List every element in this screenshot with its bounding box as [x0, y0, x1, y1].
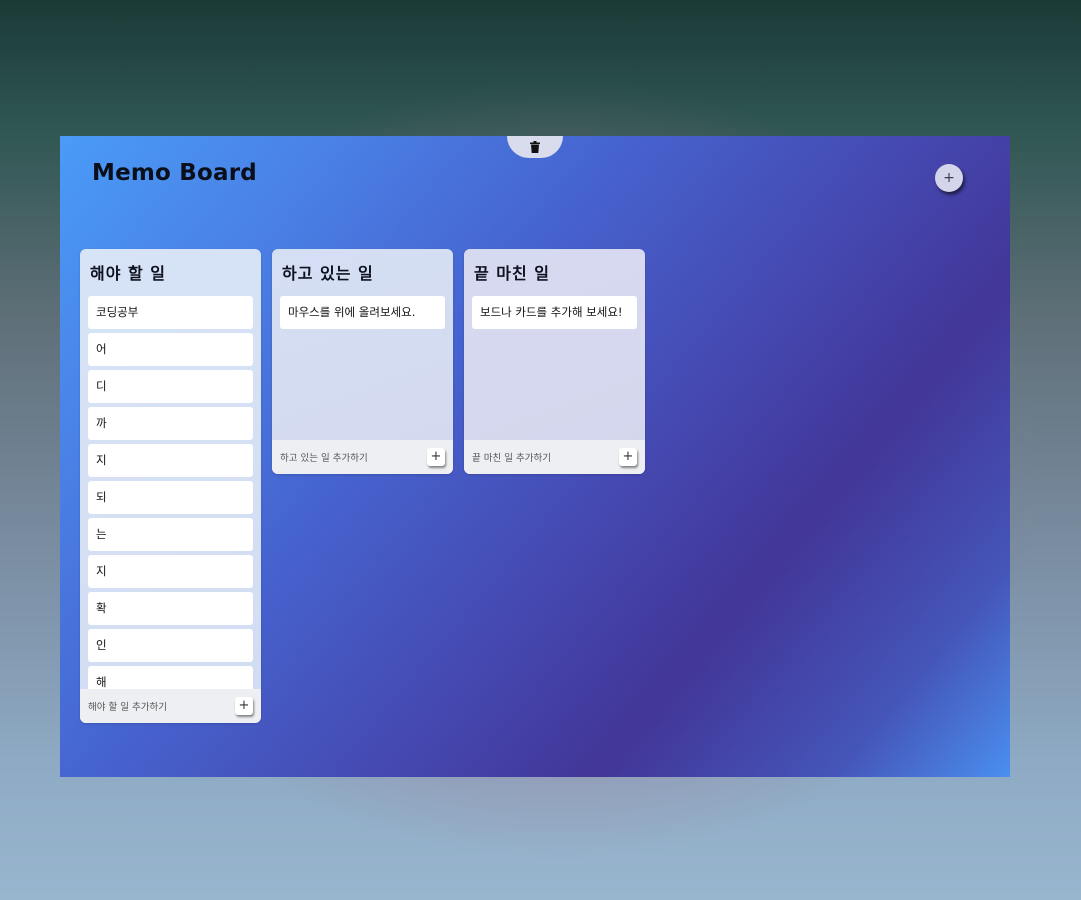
trash-button[interactable]	[507, 136, 563, 158]
card[interactable]: 까	[88, 407, 253, 440]
board-title: Memo Board	[92, 160, 257, 186]
card[interactable]: 되	[88, 481, 253, 514]
card[interactable]: 지	[88, 444, 253, 477]
add-card-button[interactable]: +	[427, 448, 445, 466]
add-card-label[interactable]: 하고 있는 일 추가하기	[280, 450, 368, 464]
add-card-label[interactable]: 해야 할 일 추가하기	[88, 699, 167, 713]
card[interactable]: 어	[88, 333, 253, 366]
card-list: 코딩공부 어 디 까 지 되 는 지 확 인 해	[80, 286, 261, 692]
card-list: 마우스를 위에 올려보세요.	[272, 286, 453, 443]
column-doing: 하고 있는 일 마우스를 위에 올려보세요. 하고 있는 일 추가하기 +	[272, 249, 453, 474]
trash-icon	[530, 141, 540, 153]
card[interactable]: 보드나 카드를 추가해 보세요!	[472, 296, 637, 329]
card[interactable]: 코딩공부	[88, 296, 253, 329]
card[interactable]: 는	[88, 518, 253, 551]
column-title: 하고 있는 일	[282, 264, 374, 283]
column-title: 끝 마친 일	[474, 264, 551, 283]
column-title: 해야 할 일	[90, 264, 167, 283]
card[interactable]: 지	[88, 555, 253, 588]
card[interactable]: 인	[88, 629, 253, 662]
column-todo: 해야 할 일 코딩공부 어 디 까 지 되 는 지 확 인 해 해야 할 일 추…	[80, 249, 261, 723]
add-card-button[interactable]: +	[235, 697, 253, 715]
column-footer: 해야 할 일 추가하기 +	[80, 689, 261, 723]
column-footer: 하고 있는 일 추가하기 +	[272, 440, 453, 474]
column-footer: 끝 마친 일 추가하기 +	[464, 440, 645, 474]
column-done: 끝 마친 일 보드나 카드를 추가해 보세요! 끝 마친 일 추가하기 +	[464, 249, 645, 474]
card[interactable]: 확	[88, 592, 253, 625]
add-board-button[interactable]: +	[935, 164, 963, 192]
add-card-label[interactable]: 끝 마친 일 추가하기	[472, 450, 551, 464]
memo-board: Memo Board + 해야 할 일 코딩공부 어 디 까 지 되 는 지 확…	[60, 136, 1010, 777]
card[interactable]: 디	[88, 370, 253, 403]
card-list: 보드나 카드를 추가해 보세요!	[464, 286, 645, 443]
card[interactable]: 마우스를 위에 올려보세요.	[280, 296, 445, 329]
add-card-button[interactable]: +	[619, 448, 637, 466]
